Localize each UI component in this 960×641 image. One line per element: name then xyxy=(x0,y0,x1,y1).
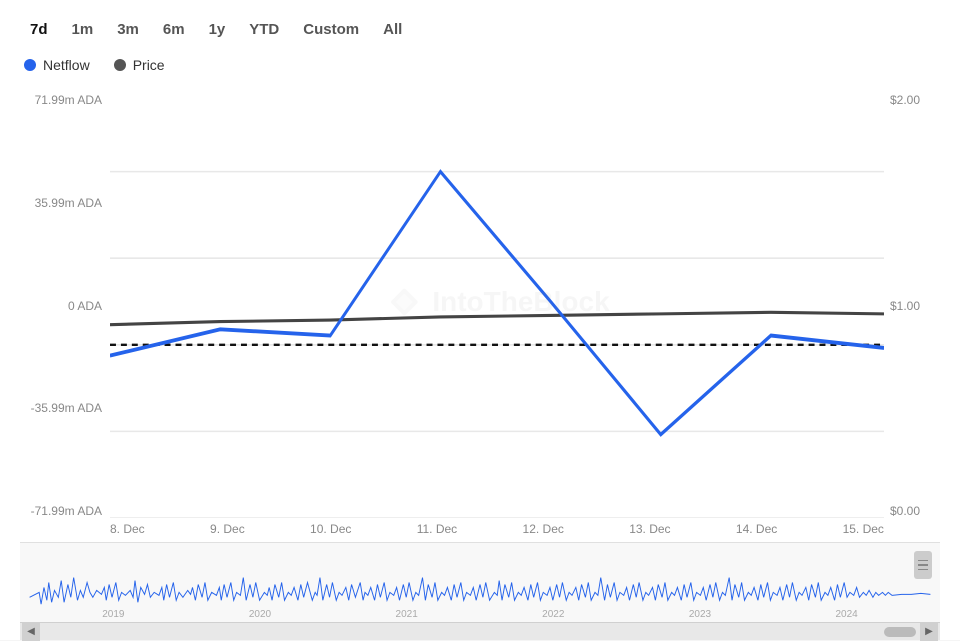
main-chart-svg xyxy=(110,85,884,518)
scrollbar-thumb[interactable] xyxy=(884,627,916,637)
mini-scroll-handle[interactable] xyxy=(914,551,932,579)
main-container: 7d1m3m6m1yYTDCustomAll Netflow Price 71.… xyxy=(0,0,960,640)
legend-price-label: Price xyxy=(133,57,165,73)
y-axis-right: $2.00 $1.00 $0.00 xyxy=(884,85,940,518)
scroll-handle-line-1 xyxy=(918,560,928,562)
scroll-left-arrow[interactable]: ◀ xyxy=(22,623,40,641)
x-axis: 8. Dec 9. Dec 10. Dec 11. Dec 12. Dec 13. Dec… xyxy=(20,522,940,542)
scroll-handle-line-2 xyxy=(918,564,928,566)
scrollbar-track[interactable] xyxy=(40,626,920,638)
time-filter-all[interactable]: All xyxy=(373,16,412,43)
y-axis-left-label-2: 0 ADA xyxy=(20,299,102,313)
chart-legend: Netflow Price xyxy=(20,57,940,73)
x-axis-labels: 8. Dec 9. Dec 10. Dec 11. Dec 12. Dec 13. Dec… xyxy=(110,522,884,542)
scrollbar-area: ◀ ▶ xyxy=(20,622,940,640)
mini-chart: 201920202021202220232024 xyxy=(20,542,940,622)
x-axis-label-0: 8. Dec xyxy=(110,522,145,536)
netflow-dot xyxy=(24,59,36,71)
mini-chart-svg xyxy=(20,543,940,622)
x-axis-label-7: 15. Dec xyxy=(843,522,884,536)
time-filter-3m[interactable]: 3m xyxy=(107,16,149,43)
x-axis-label-2: 10. Dec xyxy=(310,522,351,536)
x-axis-label-1: 9. Dec xyxy=(210,522,245,536)
x-axis-label-3: 11. Dec xyxy=(417,522,457,536)
chart-area: 71.99m ADA 35.99m ADA 0 ADA -35.99m ADA -71.… xyxy=(20,85,940,542)
main-chart-wrapper: 71.99m ADA 35.99m ADA 0 ADA -35.99m ADA -71.… xyxy=(20,85,940,518)
time-filter-1y[interactable]: 1y xyxy=(199,16,236,43)
x-axis-label-6: 14. Dec xyxy=(736,522,777,536)
chart-svg-container: IntoTheBlock xyxy=(110,85,884,518)
time-filter-bar: 7d1m3m6m1yYTDCustomAll xyxy=(20,16,940,43)
time-filter-custom[interactable]: Custom xyxy=(293,16,369,43)
y-axis-right-label-2: $0.00 xyxy=(890,504,940,518)
y-axis-left-label-1: 35.99m ADA xyxy=(20,196,102,210)
legend-netflow-label: Netflow xyxy=(43,57,90,73)
scroll-handle-line-3 xyxy=(918,569,928,571)
scroll-right-arrow[interactable]: ▶ xyxy=(920,623,938,641)
y-axis-right-label-1: $1.00 xyxy=(890,299,940,313)
legend-price: Price xyxy=(114,57,165,73)
time-filter-1m[interactable]: 1m xyxy=(62,16,104,43)
time-filter-6m[interactable]: 6m xyxy=(153,16,195,43)
scroll-handle-lines xyxy=(918,560,928,571)
y-axis-left: 71.99m ADA 35.99m ADA 0 ADA -35.99m ADA -71.… xyxy=(20,85,110,518)
time-filter-7d[interactable]: 7d xyxy=(20,16,58,43)
y-axis-left-label-4: -71.99m ADA xyxy=(20,504,102,518)
time-filter-ytd[interactable]: YTD xyxy=(239,16,289,43)
x-axis-label-5: 13. Dec xyxy=(629,522,670,536)
y-axis-left-label-3: -35.99m ADA xyxy=(20,401,102,415)
x-axis-label-4: 12. Dec xyxy=(523,522,564,536)
price-dot xyxy=(114,59,126,71)
y-axis-left-label-0: 71.99m ADA xyxy=(20,93,102,107)
y-axis-right-label-0: $2.00 xyxy=(890,93,940,107)
legend-netflow: Netflow xyxy=(24,57,90,73)
